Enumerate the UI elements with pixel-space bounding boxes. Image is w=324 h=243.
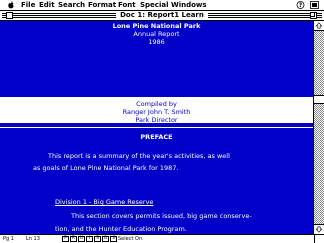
doc-line-year: 1986 bbox=[148, 38, 165, 46]
mode-box[interactable]: R bbox=[70, 236, 77, 242]
mode-box[interactable]: O bbox=[102, 236, 109, 242]
doc-line-compiled: Compiled by bbox=[136, 100, 177, 108]
section-divider bbox=[0, 127, 313, 128]
menu-special[interactable]: Special bbox=[140, 0, 168, 10]
application-icon[interactable] bbox=[310, 1, 319, 9]
status-select: Select On bbox=[118, 236, 143, 242]
doc-line-p2b: tion, and the Hunter Education Program. bbox=[55, 225, 187, 233]
mode-box[interactable]: S bbox=[110, 236, 117, 242]
doc-line-p1b: as goals of Lone Pine National Park for … bbox=[33, 164, 179, 172]
scroll-up-arrow-icon[interactable] bbox=[314, 21, 324, 31]
scroll-down-arrow-icon[interactable] bbox=[314, 224, 324, 234]
doc-line-division: Division 1 - Big Game Reserve bbox=[55, 198, 154, 206]
doc-line-org: Lone Pine National Park bbox=[112, 22, 201, 30]
menu-search[interactable]: Search bbox=[58, 0, 85, 10]
svg-text:?: ? bbox=[299, 2, 303, 9]
help-icon[interactable]: ? bbox=[296, 1, 305, 9]
doc-line-role: Park Director bbox=[135, 116, 178, 124]
scroll-thumb[interactable] bbox=[314, 95, 324, 104]
mode-box[interactable]: S bbox=[94, 236, 101, 242]
doc-line-report: Annual Report bbox=[133, 30, 180, 38]
window-title: Doc 1: Report1 Learn bbox=[0, 11, 324, 20]
doc-line-p2a: This section covers permits issued, big … bbox=[71, 212, 252, 220]
screen: File Edit Search Format Font Special Win… bbox=[0, 0, 324, 243]
status-line: Ln 13 bbox=[26, 236, 40, 242]
menu-font[interactable]: Font bbox=[118, 0, 136, 10]
mode-box[interactable]: U bbox=[78, 236, 85, 242]
size-box-icon[interactable] bbox=[314, 235, 324, 243]
window-title-bar[interactable]: Doc 1: Report1 Learn bbox=[0, 11, 324, 21]
apple-logo-icon[interactable] bbox=[7, 1, 15, 9]
doc-line-p1a: This report is a summary of the year's a… bbox=[48, 152, 230, 160]
menu-windows[interactable]: Windows bbox=[171, 0, 207, 10]
status-bar: Pg 1 Ln 13 P R U I S O S Select On bbox=[0, 234, 324, 243]
mode-box[interactable]: I bbox=[86, 236, 93, 242]
doc-line-preface: PREFACE bbox=[140, 133, 173, 141]
mode-indicators: P R U I S O S bbox=[62, 236, 118, 242]
mode-box[interactable]: P bbox=[62, 236, 69, 242]
menu-file[interactable]: File bbox=[21, 0, 35, 10]
vertical-scrollbar[interactable] bbox=[313, 21, 324, 234]
doc-line-author: Ranger John T. Smith bbox=[122, 108, 191, 116]
document-area[interactable]: Lone Pine National Park Annual Report 19… bbox=[0, 21, 313, 234]
menu-format[interactable]: Format bbox=[88, 0, 116, 10]
menu-edit[interactable]: Edit bbox=[39, 0, 55, 10]
status-page: Pg 1 bbox=[3, 236, 14, 242]
scroll-track[interactable] bbox=[314, 31, 324, 224]
menu-bar: File Edit Search Format Font Special Win… bbox=[0, 0, 324, 11]
